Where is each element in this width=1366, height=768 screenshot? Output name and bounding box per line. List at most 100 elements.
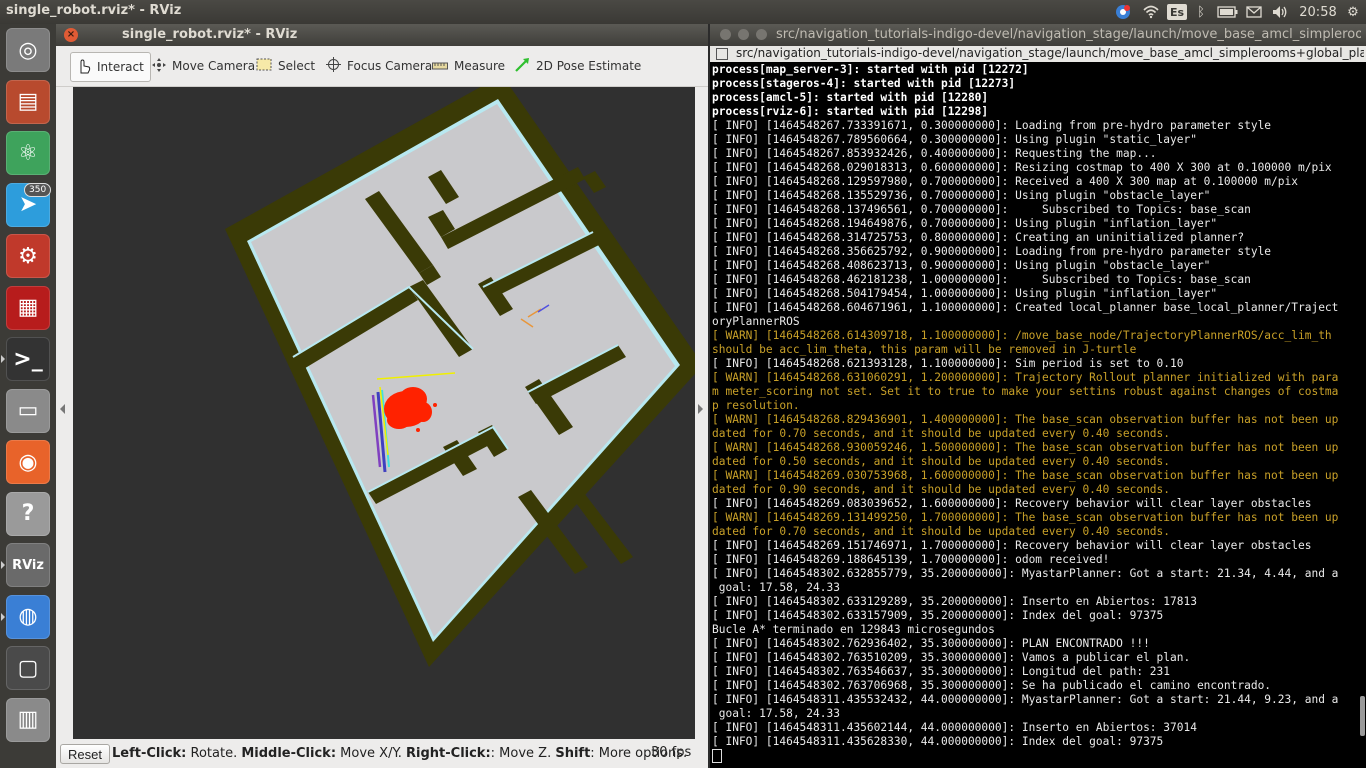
terminal-line: dated for 0.90 seconds, and it should be… — [712, 483, 1171, 496]
chromium-icon[interactable]: ◍ — [6, 594, 50, 639]
terminal-tabbar: src/navigation_tutorials-indigo-devel/na… — [710, 46, 1366, 62]
3d-viewport[interactable] — [73, 87, 695, 739]
tool-move-camera[interactable]: Move Camera — [152, 54, 255, 78]
terminal-line: goal: 17.58, 24.33 — [712, 707, 840, 720]
system-settings-icon[interactable]: ⚙ — [6, 234, 50, 278]
running-indicator — [1, 355, 5, 363]
maximize-icon[interactable] — [756, 29, 767, 40]
scanner-icon[interactable]: ▭ — [6, 388, 50, 433]
close-icon[interactable]: × — [64, 28, 78, 42]
terminal-line: [ WARN] [1464548268.614309718, 1.1000000… — [712, 329, 1332, 342]
fps-counter: 30 fps — [651, 745, 692, 760]
trash-icon[interactable]: ▥ — [6, 697, 50, 742]
show-desktop-icon[interactable]: ▢ — [6, 646, 50, 690]
tool-focus-camera[interactable]: Focus Camera — [326, 54, 432, 78]
battery-icon[interactable] — [1215, 2, 1241, 22]
terminal-line: [ INFO] [1464548268.135529736, 0.7000000… — [712, 189, 1211, 202]
focus-camera-icon — [326, 57, 341, 75]
clock[interactable]: 20:58 — [1298, 2, 1338, 22]
terminal-line: [ INFO] [1464548269.083039652, 1.6000000… — [712, 497, 1312, 510]
terminal-line: [ INFO] [1464548269.151746971, 1.7000000… — [712, 539, 1312, 552]
top-panel: single_robot.rviz* - RViz Es ᛒ 20:58 ⚙ — [0, 0, 1366, 24]
terminal-line: [ WARN] [1464548268.631060291, 1.2000000… — [712, 371, 1339, 384]
terminal-line: dated for 0.70 seconds, and it should be… — [712, 525, 1171, 538]
firefox-icon[interactable]: ◉ — [6, 440, 50, 484]
wifi-icon[interactable] — [1140, 2, 1162, 22]
active-window-title: single_robot.rviz* - RViz — [6, 3, 182, 18]
bluetooth-icon[interactable]: ᛒ — [1192, 2, 1210, 22]
tool-label: Move Camera — [172, 59, 256, 73]
terminal-line: [ INFO] [1464548268.129597980, 0.7000000… — [712, 175, 1298, 188]
terminal-icon[interactable]: >_ — [6, 337, 50, 381]
left-panel-collapse-handle[interactable] — [60, 404, 65, 414]
terminal-line: [ INFO] [1464548268.137496561, 0.7000000… — [712, 203, 1251, 216]
terminal-line: [ WARN] [1464548268.829436901, 1.4000000… — [712, 413, 1339, 426]
terminal-line: [ INFO] [1464548302.763546637, 35.300000… — [712, 665, 1171, 678]
terminal-line: [ INFO] [1464548267.733391671, 0.3000000… — [712, 119, 1272, 132]
terminal-line: [ INFO] [1464548311.435532432, 44.000000… — [712, 693, 1339, 706]
chromium-tray-icon[interactable] — [1113, 2, 1133, 22]
terminal-tab-icon — [716, 48, 728, 60]
terminal-line: dated for 0.70 seconds, and it should be… — [712, 427, 1171, 440]
terminal-scrollbar[interactable] — [1360, 696, 1365, 736]
tool-select[interactable]: Select — [256, 54, 315, 78]
terminal-line: [ WARN] [1464548269.030753968, 1.6000000… — [712, 469, 1339, 482]
files-icon[interactable]: ▤ — [6, 79, 50, 124]
terminal-output[interactable]: process[map_server-3]: started with pid … — [712, 63, 1364, 763]
hint-key: Middle-Click: — [241, 746, 337, 761]
terminal-line: [ INFO] [1464548269.188645139, 1.7000000… — [712, 553, 1110, 566]
terminal-line: dated for 0.50 seconds, and it should be… — [712, 455, 1171, 468]
select-box-icon — [256, 58, 272, 74]
terminal-line: [ INFO] [1464548268.621393128, 1.1000000… — [712, 357, 1184, 370]
help-icon[interactable]: ? — [6, 491, 50, 536]
mail-indicator-icon[interactable] — [1244, 2, 1264, 22]
terminal-line: [ INFO] [1464548268.029018313, 0.6000000… — [712, 161, 1332, 174]
terminal-line: should be acc_lim_theta, this param will… — [712, 343, 1137, 356]
hint-text: Move X/Y. — [336, 746, 407, 761]
tool-measure[interactable]: Measure — [432, 54, 505, 78]
close-icon[interactable] — [720, 29, 731, 40]
tool-interact[interactable]: Interact — [70, 52, 151, 82]
terminal-line: [ INFO] [1464548267.789560664, 0.3000000… — [712, 133, 1197, 146]
terminal-line: [ INFO] [1464548268.356625792, 0.9000000… — [712, 245, 1272, 258]
terminal-line: Bucle A* terminado en 129843 microsegund… — [712, 623, 995, 636]
terminal-titlebar[interactable]: src/navigation_tutorials-indigo-devel/na… — [710, 24, 1366, 46]
minimize-icon[interactable] — [738, 29, 749, 40]
terminal-window: src/navigation_tutorials-indigo-devel/na… — [710, 24, 1366, 768]
terminal-line: [ INFO] [1464548302.632855779, 35.200000… — [712, 567, 1339, 580]
terminal-line: [ INFO] [1464548311.435628330, 44.000000… — [712, 735, 1164, 748]
rviz-toolbar: Interact Move Camera Select Focus Camera… — [56, 46, 708, 87]
keyboard-layout-indicator[interactable]: Es — [1167, 4, 1187, 20]
volume-icon[interactable] — [1270, 2, 1290, 22]
terminal-line: process[rviz-6]: started with pid [12298… — [712, 105, 989, 118]
power-gear-icon[interactable]: ⚙ — [1344, 2, 1362, 22]
terminal-line: [ INFO] [1464548268.194649876, 0.7000000… — [712, 217, 1218, 230]
rviz-icon[interactable]: RViz — [6, 543, 50, 587]
terminal-line: [ INFO] [1464548268.314725753, 0.8000000… — [712, 231, 1245, 244]
tool-2d-pose-estimate[interactable]: 2D Pose Estimate — [514, 54, 641, 78]
atom-icon[interactable]: ⚛ — [6, 131, 50, 175]
ruler-icon — [432, 59, 448, 73]
ubuntu-dash-icon[interactable]: ◎ — [6, 28, 50, 72]
tool-label: Focus Camera — [347, 59, 433, 73]
rviz-titlebar[interactable]: × single_robot.rviz* - RViz — [56, 24, 708, 46]
hint-key: Left-Click: — [112, 746, 187, 761]
workspace-switcher-icon[interactable]: ▦ — [6, 285, 50, 330]
terminal-line: [ INFO] [1464548268.462181238, 1.0000000… — [712, 273, 1251, 286]
terminal-line: [ INFO] [1464548267.853932426, 0.4000000… — [712, 147, 1157, 160]
terminal-tab-title[interactable]: src/navigation_tutorials-indigo-devel/na… — [736, 46, 1364, 60]
hint-text: Rotate. — [186, 746, 242, 761]
hand-pointer-icon — [77, 58, 91, 77]
terminal-line: [ INFO] [1464548302.633129289, 35.200000… — [712, 595, 1197, 608]
tool-label: Measure — [454, 59, 505, 73]
tool-label: 2D Pose Estimate — [536, 59, 642, 73]
hint-text: : Move Z. — [490, 746, 556, 761]
pose-arrow-icon — [514, 57, 530, 76]
reset-button[interactable]: Reset — [60, 744, 110, 764]
terminal-cursor — [712, 749, 722, 763]
terminal-line: process[map_server-3]: started with pid … — [712, 63, 1029, 76]
terminal-line: p resolution. — [712, 399, 800, 412]
right-panel-collapse-handle[interactable] — [698, 404, 703, 414]
terminal-line: [ INFO] [1464548302.633157909, 35.200000… — [712, 609, 1164, 622]
terminal-line: [ WARN] [1464548269.131499250, 1.7000000… — [712, 511, 1339, 524]
